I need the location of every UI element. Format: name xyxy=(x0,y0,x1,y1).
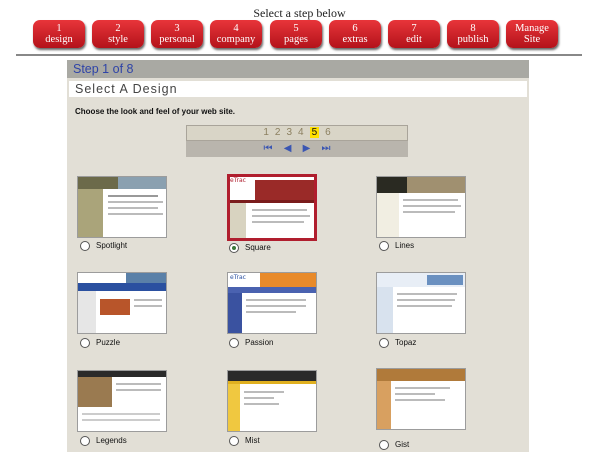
topaz-thumbnail[interactable] xyxy=(376,272,466,334)
step-6-extras-button[interactable]: 6 extras xyxy=(329,20,381,48)
prev-page-icon[interactable]: ◀ xyxy=(284,143,292,154)
design-pager: 123456 ⏮ ◀ ▶ ⏭ xyxy=(186,125,408,158)
step-indicator: Step 1 of 8 xyxy=(67,60,529,78)
page-4-link[interactable]: 4 xyxy=(298,127,304,138)
step-1-design-button[interactable]: 1 design xyxy=(33,20,85,48)
legends-option[interactable]: Legends xyxy=(80,436,127,446)
page-numbers: 123456 xyxy=(186,125,408,141)
topaz-radio[interactable] xyxy=(379,338,389,348)
page-6-link[interactable]: 6 xyxy=(325,127,331,138)
step-7-edit-button[interactable]: 7 edit xyxy=(388,20,440,48)
first-page-icon[interactable]: ⏮ xyxy=(264,143,273,154)
gist-thumbnail[interactable] xyxy=(376,368,466,430)
puzzle-option[interactable]: Puzzle xyxy=(80,338,120,348)
step-4-company-button[interactable]: 4 company xyxy=(210,20,262,48)
instructions: Choose the look and feel of your web sit… xyxy=(75,107,236,116)
step-5-pages-button[interactable]: 5 pages xyxy=(270,20,322,48)
pager-nav: ⏮ ◀ ▶ ⏭ xyxy=(186,141,408,157)
spotlight-thumbnail[interactable] xyxy=(77,176,167,238)
page-5-link[interactable]: 5 xyxy=(309,127,320,138)
square-radio[interactable] xyxy=(229,243,239,253)
manage-site-button[interactable]: Manage Site xyxy=(506,20,558,48)
passion-option[interactable]: Passion xyxy=(229,338,273,348)
page-1-link[interactable]: 1 xyxy=(263,127,269,138)
design-panel: Step 1 of 8 Select A Design Choose the l… xyxy=(67,60,529,452)
gist-radio[interactable] xyxy=(379,440,389,450)
spotlight-option[interactable]: Spotlight xyxy=(80,241,127,251)
lines-thumbnail[interactable] xyxy=(376,176,466,238)
puzzle-thumbnail[interactable] xyxy=(77,272,167,334)
step-nav: 1 design 2 style 3 personal 4 company 5 pages… xyxy=(0,20,599,50)
page-instruction: Select a step below xyxy=(253,6,346,20)
page-2-link[interactable]: 2 xyxy=(275,127,281,138)
legends-thumbnail[interactable] xyxy=(77,370,167,432)
square-option[interactable]: Square xyxy=(229,243,271,253)
topaz-option[interactable]: Topaz xyxy=(379,338,416,348)
gist-option[interactable]: Gist xyxy=(379,440,409,450)
step-8-publish-button[interactable]: 8 publish xyxy=(447,20,499,48)
mist-option[interactable]: Mist xyxy=(229,436,260,446)
last-page-icon[interactable]: ⏭ xyxy=(321,143,330,154)
passion-radio[interactable] xyxy=(229,338,239,348)
passion-thumbnail[interactable]: eTrac xyxy=(227,272,317,334)
puzzle-radio[interactable] xyxy=(80,338,90,348)
step-3-personal-button[interactable]: 3 personal xyxy=(151,20,203,48)
spotlight-radio[interactable] xyxy=(80,241,90,251)
page-3-link[interactable]: 3 xyxy=(286,127,292,138)
square-thumbnail[interactable]: eTrac xyxy=(227,174,317,241)
mist-radio[interactable] xyxy=(229,436,239,446)
mist-thumbnail[interactable] xyxy=(227,370,317,432)
next-page-icon[interactable]: ▶ xyxy=(303,143,311,154)
divider xyxy=(16,54,582,56)
legends-radio[interactable] xyxy=(80,436,90,446)
lines-radio[interactable] xyxy=(379,241,389,251)
lines-option[interactable]: Lines xyxy=(379,241,414,251)
step-2-style-button[interactable]: 2 style xyxy=(92,20,144,48)
section-title: Select A Design xyxy=(69,81,527,97)
